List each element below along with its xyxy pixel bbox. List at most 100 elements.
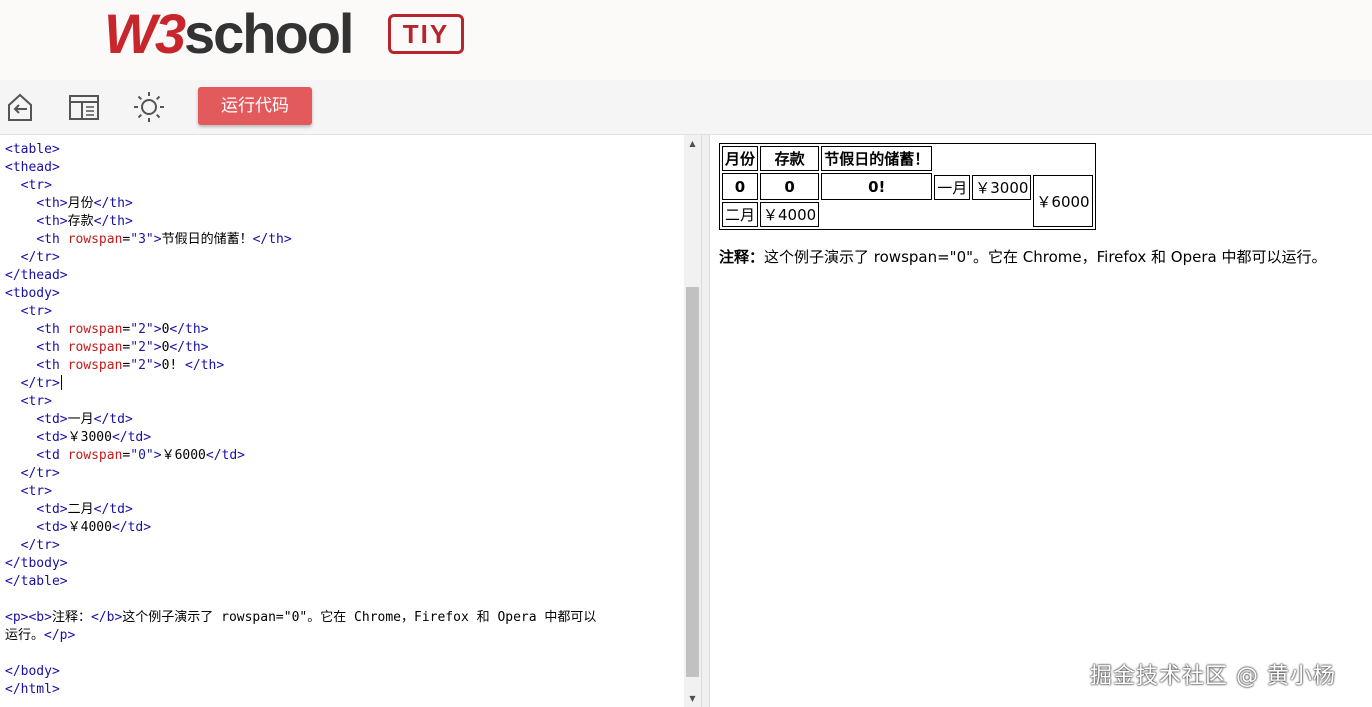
code-token: <td> [36, 430, 68, 445]
code-line[interactable]: <td>￥4000</td> [5, 519, 681, 537]
code-token: 运行。 [5, 628, 45, 643]
code-token: rowspan [67, 358, 123, 373]
code-line[interactable]: <thead> [5, 159, 681, 177]
code-token: </tbody> [5, 556, 68, 571]
code-line[interactable]: <th>月份</th> [5, 195, 681, 213]
code-line[interactable]: <th rowspan="2">0</th> [5, 339, 681, 357]
code-line[interactable]: <th rowspan="2">0</th> [5, 321, 681, 339]
code-line[interactable]: <tr> [5, 483, 681, 501]
code-token: </th> [169, 322, 209, 337]
code-line[interactable]: </tr> [5, 249, 681, 267]
note-label: 注释： [719, 248, 765, 266]
watermark: 掘金技术社区 @ 黄小杨 [1090, 664, 1336, 689]
code-line[interactable]: </thead> [5, 267, 681, 285]
code-line[interactable]: <table> [5, 141, 681, 159]
code-token: ￥4000 [67, 520, 112, 535]
code-line[interactable]: </tr> [5, 537, 681, 555]
code-token: </b> [90, 610, 123, 625]
code-line[interactable]: </table> [5, 573, 681, 591]
code-token: </th> [252, 232, 292, 247]
code-token: </p> [44, 628, 76, 643]
table-cell: 二月 [722, 202, 759, 227]
header-month: 月份 [722, 146, 759, 171]
back-icon[interactable] [3, 90, 37, 124]
run-code-button[interactable]: 运行代码 [198, 87, 312, 125]
theme-icon[interactable] [132, 90, 166, 124]
code-token: </td> [111, 430, 152, 445]
layout-icon[interactable] [67, 90, 101, 124]
code-line[interactable]: <th>存款</th> [5, 213, 681, 231]
code-token: <tbody> [5, 286, 60, 301]
code-token: </th> [93, 196, 133, 211]
code-token: <th [36, 232, 68, 247]
code-token: 存款 [67, 214, 94, 229]
row-header-cell: 0 [760, 173, 820, 200]
row-header-cell: 0! [821, 173, 933, 200]
code-token: </thead> [5, 268, 68, 283]
header-holiday-savings: 节假日的储蓄！ [821, 146, 933, 171]
w3school-logo[interactable]: W3school [104, 2, 354, 66]
code-token: </td> [93, 412, 133, 427]
code-line[interactable]: </body> [5, 663, 681, 681]
code-token: 0! [161, 358, 186, 373]
code-line[interactable]: <tbody> [5, 285, 681, 303]
code-line[interactable]: <td>二月</td> [5, 501, 681, 519]
row-header-cell: 0 [722, 173, 759, 200]
code-content[interactable]: <table> <thead> <tr> <th>月份</th> <th>存款</… [5, 141, 681, 699]
code-token: <th [36, 322, 68, 337]
scroll-down-icon[interactable]: ▼ [684, 690, 701, 707]
code-token: <th [36, 340, 68, 355]
code-token: </td> [205, 448, 246, 463]
code-token: </tr> [20, 466, 60, 481]
code-line[interactable]: </tbody> [5, 555, 681, 573]
code-token: </table> [5, 574, 68, 589]
header-deposit: 存款 [760, 146, 820, 171]
code-editor[interactable]: <table> <thead> <tr> <th>月份</th> <th>存款</… [0, 135, 700, 707]
code-token: </th> [169, 340, 209, 355]
code-line[interactable]: <th rowspan="2">0! </th> [5, 357, 681, 375]
code-line[interactable]: </tr> [5, 375, 681, 393]
logo-w3: W3 [104, 2, 186, 65]
code-token: "3" [130, 232, 154, 247]
code-token: </td> [111, 520, 152, 535]
code-line[interactable]: <td>￥3000</td> [5, 429, 681, 447]
code-line[interactable]: <td>一月</td> [5, 411, 681, 429]
note-text: 这个例子演示了 rowspan="0"。它在 Chrome，Firefox 和 … [764, 248, 1327, 266]
pane-divider[interactable] [701, 135, 710, 707]
code-line[interactable]: </tr> [5, 465, 681, 483]
code-line[interactable]: <tr> [5, 393, 681, 411]
code-line[interactable]: 运行。</p> [5, 627, 681, 645]
scrollbar-thumb[interactable] [686, 287, 699, 677]
scroll-up-icon[interactable]: ▲ [684, 135, 701, 152]
table-row: 月份 存款 节假日的储蓄！ [722, 146, 1093, 171]
code-line[interactable]: <p><b>注释：</b>这个例子演示了 rowspan="0"。它在 Chro… [5, 609, 681, 627]
code-token: <th> [36, 196, 68, 211]
code-token: > [153, 322, 162, 337]
code-token: <td> [36, 520, 68, 535]
site-header: W3school TIY [0, 0, 1372, 80]
editor-scrollbar[interactable]: ▲ ▼ [684, 135, 701, 707]
code-line[interactable]: <tr> [5, 303, 681, 321]
code-token: <th [36, 358, 68, 373]
code-line[interactable]: <td rowspan="0">￥6000</td> [5, 447, 681, 465]
code-line[interactable] [5, 645, 681, 663]
code-token: <th> [36, 214, 68, 229]
table-cell: ￥3000 [972, 175, 1032, 200]
code-line[interactable] [5, 591, 681, 609]
tiy-badge: TIY [388, 14, 464, 54]
code-token: </th> [93, 214, 133, 229]
code-token: </tr> [20, 250, 60, 265]
code-line[interactable]: <tr> [5, 177, 681, 195]
code-token: <p><b> [5, 610, 52, 625]
code-line[interactable]: </html> [5, 681, 681, 699]
code-line[interactable]: <th rowspan="3">节假日的储蓄！</th> [5, 231, 681, 249]
